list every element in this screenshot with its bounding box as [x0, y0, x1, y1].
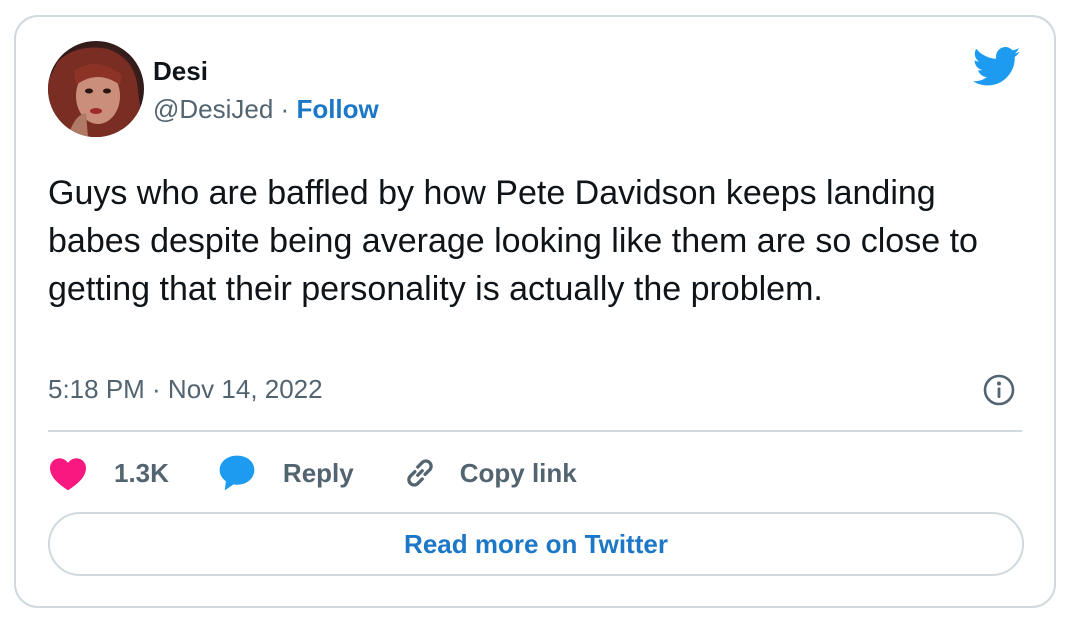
- copy-link-button[interactable]: Copy link: [402, 455, 577, 491]
- info-icon[interactable]: [982, 373, 1016, 407]
- separator-dot: ·: [273, 94, 297, 124]
- follow-button[interactable]: Follow: [296, 94, 378, 124]
- reply-label: Reply: [282, 458, 354, 488]
- link-icon: [407, 459, 433, 487]
- like-button[interactable]: 1.3K: [48, 455, 169, 491]
- divider: [48, 430, 1022, 432]
- tweet-text: Guys who are baffled by how Pete Davidso…: [48, 174, 978, 308]
- author-handle[interactable]: @DesiJed: [153, 94, 273, 124]
- handle-row: @DesiJed · Follow: [153, 93, 379, 125]
- speech-bubble-icon: [219, 455, 255, 491]
- reply-button[interactable]: Reply: [217, 454, 354, 492]
- copy-link-label: Copy link: [459, 458, 577, 488]
- tweet-timestamp[interactable]: 5:18 PM · Nov 14, 2022: [48, 373, 323, 405]
- action-bar: 1.3K Reply Copy link: [48, 453, 577, 493]
- heart-icon: [50, 458, 86, 491]
- like-count: 1.3K: [114, 458, 169, 488]
- read-more-button[interactable]: Read more on Twitter: [48, 512, 1024, 576]
- author-name[interactable]: Desi: [153, 55, 208, 87]
- twitter-bird-icon[interactable]: [973, 47, 1021, 87]
- avatar[interactable]: [48, 41, 144, 137]
- tweet-card: Desi @DesiJed · Follow Guys who are baff…: [14, 15, 1056, 608]
